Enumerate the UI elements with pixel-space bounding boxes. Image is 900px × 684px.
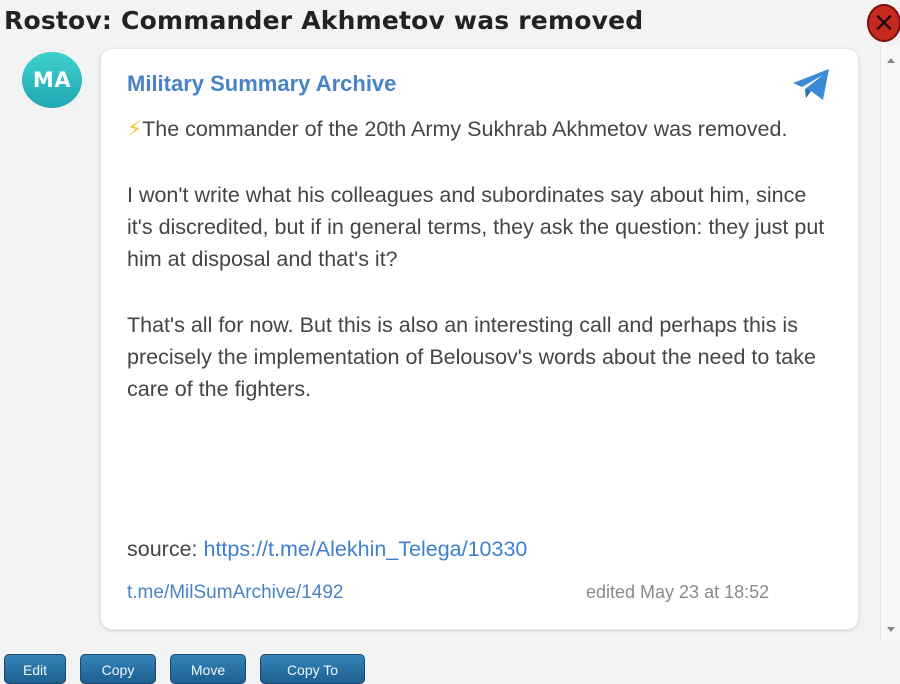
scroll-down-icon[interactable] <box>887 627 895 632</box>
message-card: Military Summary Archive ⚡The commander … <box>100 48 859 630</box>
paragraph-2: I won't write what his colleagues and su… <box>127 183 825 271</box>
channel-name[interactable]: Military Summary Archive <box>127 71 396 97</box>
telegram-icon[interactable] <box>791 67 833 103</box>
post-link[interactable]: t.me/MilSumArchive/1492 <box>127 582 343 604</box>
edit-button[interactable]: Edit <box>4 654 66 684</box>
message-body: ⚡The commander of the 20th Army Sukhrab … <box>127 113 827 405</box>
paragraph-3: That's all for now. But this is also an … <box>127 313 816 401</box>
source-link[interactable]: https://t.me/Alekhin_Telega/10330 <box>203 537 527 561</box>
lightning-icon: ⚡ <box>127 117 143 141</box>
source-line: source: https://t.me/Alekhin_Telega/1033… <box>127 537 527 562</box>
paragraph-1: ⚡The commander of the 20th Army Sukhrab … <box>127 117 788 141</box>
avatar: MA <box>22 52 82 108</box>
edited-timestamp: edited May 23 at 18:52 <box>586 582 770 602</box>
copy-to-button[interactable]: Copy To <box>260 654 365 684</box>
copy-button[interactable]: Copy <box>80 654 156 684</box>
move-button[interactable]: Move <box>170 654 246 684</box>
source-label: source: <box>127 537 204 561</box>
scroll-up-icon[interactable] <box>887 58 895 63</box>
close-button[interactable]: ✕ <box>867 4 900 42</box>
page-title: Rostov: Commander Akhmetov was removed <box>4 6 644 35</box>
scrollbar[interactable] <box>880 46 900 640</box>
close-icon: ✕ <box>873 8 895 38</box>
